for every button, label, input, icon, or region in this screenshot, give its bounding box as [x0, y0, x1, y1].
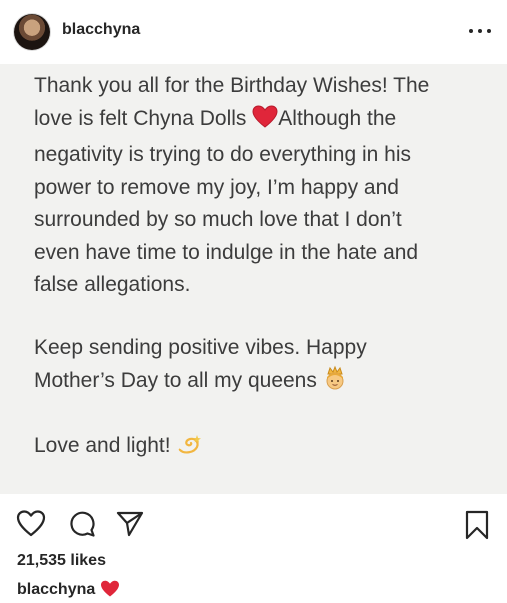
more-options-icon[interactable] — [469, 28, 491, 34]
red-heart-icon — [252, 104, 278, 140]
post-paragraph-1-part-2: Although the negativity is trying to do … — [34, 106, 419, 297]
post-header: blacchyna — [0, 0, 507, 65]
post-paragraph-2: Keep sending positive vibes. Happy Mothe… — [34, 332, 484, 401]
avatar[interactable] — [14, 14, 50, 50]
post-paragraph-3: Love and light! — [34, 430, 484, 467]
post-image: Thank you all for the Birthday Wishes! T… — [0, 64, 507, 494]
post-paragraph-1: Thank you all for the Birthday Wishes! T… — [34, 70, 484, 302]
action-bar — [0, 494, 507, 554]
dizzy-emoji-icon — [176, 432, 202, 467]
heart-icon[interactable] — [16, 510, 46, 543]
comment-icon[interactable] — [68, 510, 96, 543]
caption-username[interactable]: blacchyna — [17, 581, 95, 598]
post-username[interactable]: blacchyna — [62, 21, 140, 39]
like-count[interactable]: 21,535 likes — [17, 552, 106, 570]
princess-emoji-icon — [323, 365, 347, 402]
bookmark-icon[interactable] — [465, 510, 489, 545]
share-icon[interactable] — [116, 510, 144, 543]
